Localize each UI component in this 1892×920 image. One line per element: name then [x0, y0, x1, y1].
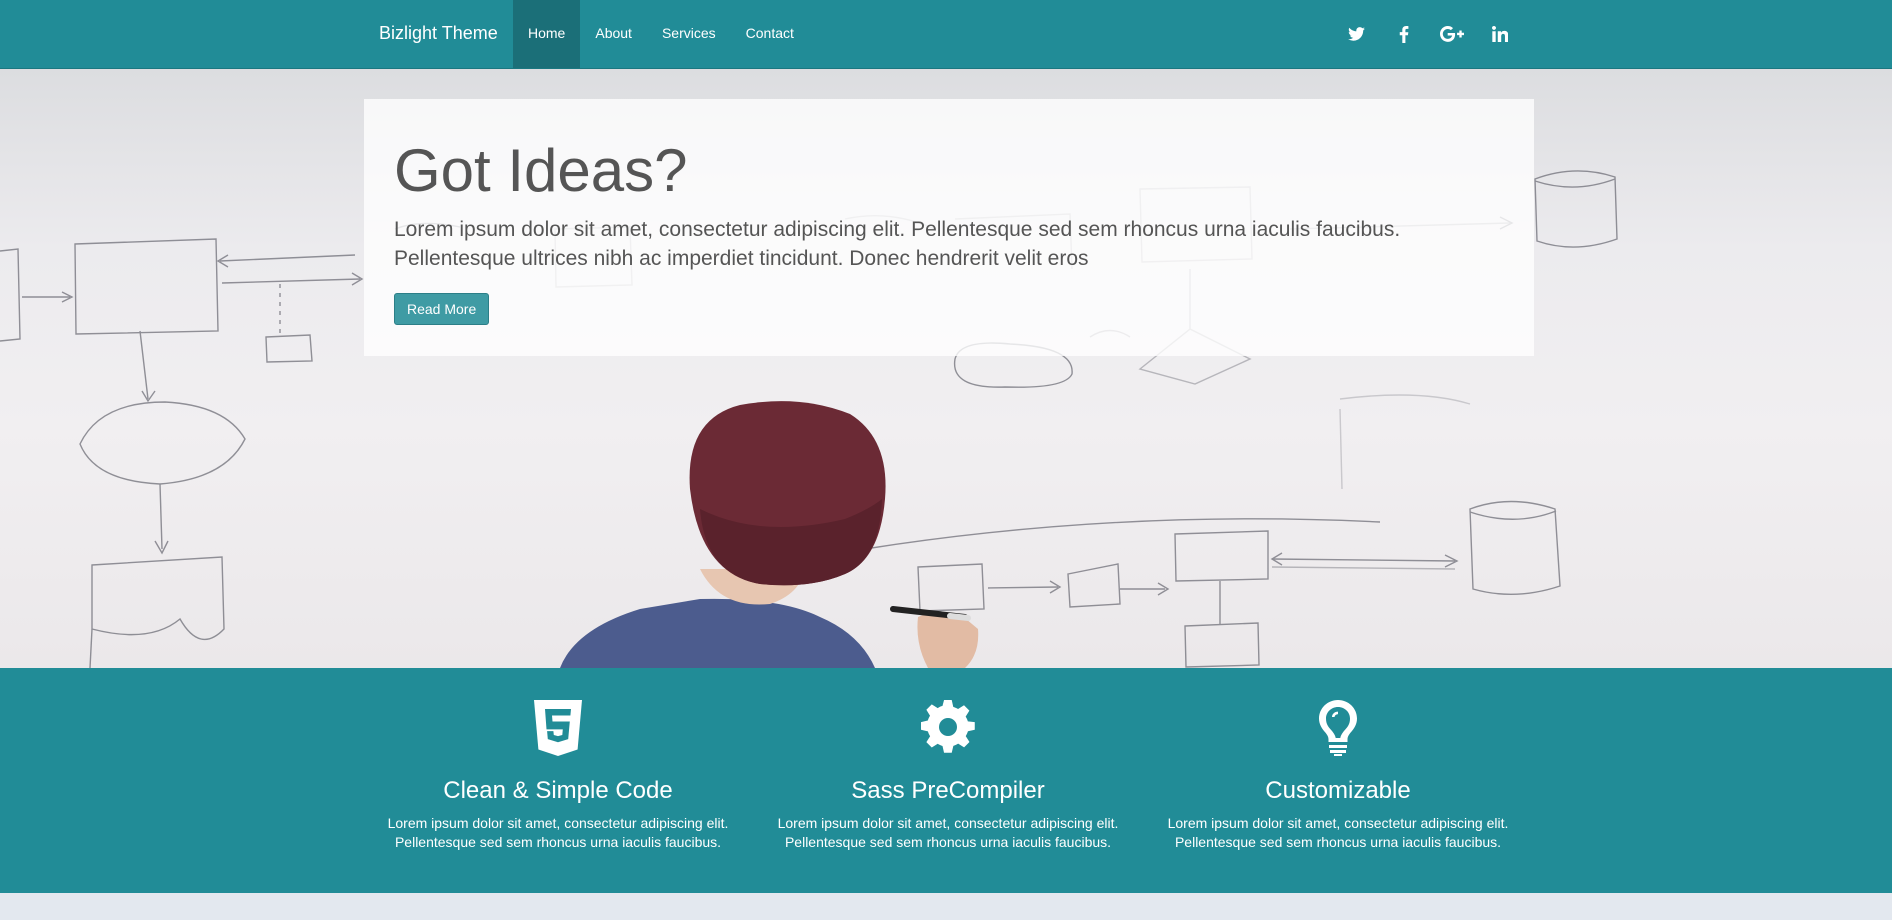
feature-text: Lorem ipsum dolor sit amet, consectetur … [387, 815, 729, 850]
twitter-icon [1347, 27, 1365, 41]
google-plus-icon [1440, 26, 1464, 42]
lightbulb-icon [1319, 700, 1357, 756]
feature-title: Clean & Simple Code [443, 777, 673, 804]
nav-item-services: Services [647, 0, 731, 68]
nav-link-services[interactable]: Services [647, 0, 731, 68]
hero-text: Lorem ipsum dolor sit amet, consectetur … [394, 218, 1401, 270]
footer-strip [0, 893, 1892, 920]
read-more-button[interactable]: Read More [394, 293, 490, 325]
html5-icon [534, 700, 582, 756]
google-plus-link[interactable] [1428, 0, 1476, 68]
twitter-link[interactable] [1332, 0, 1380, 68]
feature-text: Lorem ipsum dolor sit amet, consectetur … [1167, 815, 1509, 850]
social-links [1332, 0, 1524, 68]
nav-item-home: Home [513, 0, 581, 68]
facebook-icon [1399, 25, 1409, 43]
linkedin-link[interactable] [1476, 0, 1524, 68]
navbar: Bizlight Theme Home About Services Conta… [0, 0, 1892, 69]
brand-logo[interactable]: Bizlight Theme [379, 0, 498, 68]
nav-link-home[interactable]: Home [513, 0, 581, 68]
feature-text: Lorem ipsum dolor sit amet, consectetur … [777, 815, 1119, 850]
hero-title: Got Ideas? [394, 137, 688, 204]
hero-jumbotron: Got Ideas? Lorem ipsum dolor sit amet, c… [364, 99, 1534, 356]
nav-link-about[interactable]: About [580, 0, 647, 68]
main-nav: Home About Services Contact [513, 0, 809, 68]
feature-title: Sass PreCompiler [851, 777, 1045, 804]
gear-icon [921, 700, 975, 753]
hero-banner: Got Ideas? Lorem ipsum dolor sit amet, c… [0, 69, 1892, 668]
nav-link-contact[interactable]: Contact [731, 0, 809, 68]
nav-item-contact: Contact [731, 0, 809, 68]
features-section: Clean & Simple Code Lorem ipsum dolor si… [0, 668, 1892, 893]
facebook-link[interactable] [1380, 0, 1428, 68]
nav-item-about: About [580, 0, 647, 68]
linkedin-icon [1492, 26, 1508, 42]
feature-title: Customizable [1265, 777, 1411, 804]
